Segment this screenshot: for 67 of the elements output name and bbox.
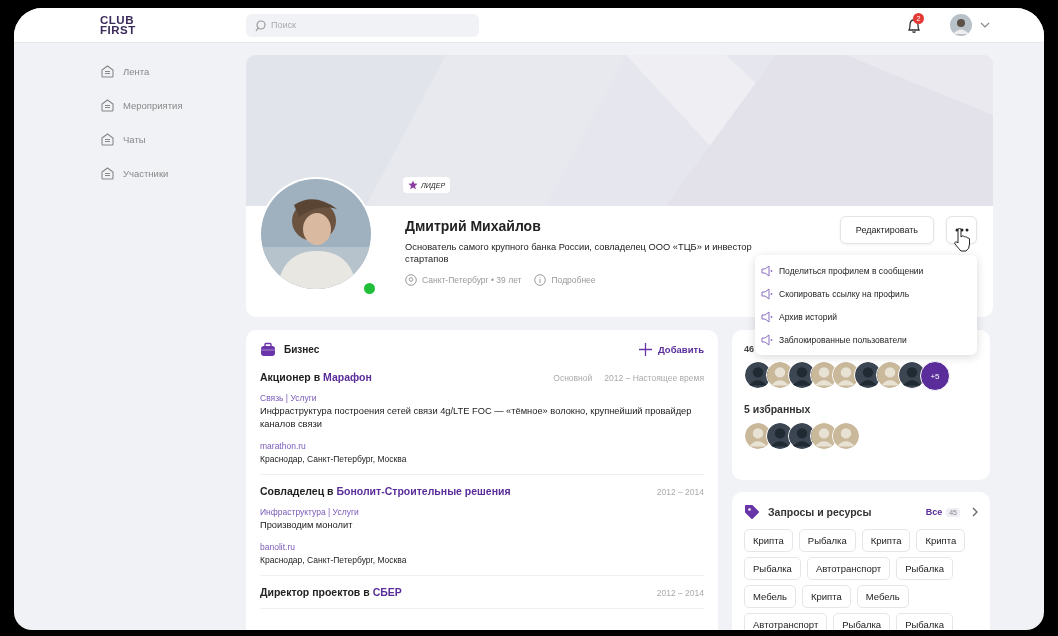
section-title: Запросы и ресурсы [768,506,872,518]
tag-chip[interactable]: Автотранспорт [806,557,891,580]
menu-item[interactable]: Скопировать ссылку на профиль [761,282,971,305]
user-avatar[interactable] [950,14,972,36]
tag-chip[interactable]: Рыбалка [798,529,856,552]
briefcase-icon [260,342,276,357]
tag-chip[interactable]: Рыбалка [744,557,801,580]
contacts-count: 46 [744,344,755,354]
company-link[interactable]: Марафон [323,371,372,383]
more-contacts-badge[interactable]: +5 [920,361,950,391]
business-categories[interactable]: Связь | Услуги [260,393,704,403]
home-icon [100,131,115,147]
home-icon [100,97,115,113]
position-title: Акционер в Марафон [260,371,373,383]
tag-chip[interactable]: Крипта [744,529,793,552]
chevron-right-icon[interactable] [972,507,978,517]
tag-chip[interactable]: Крипта [916,529,966,552]
website-link[interactable]: banolit.ru [260,542,704,552]
bell-icon [906,17,922,34]
position-title: Директор проектов в СБЕР [260,586,403,598]
section-title: Бизнес [284,344,320,355]
search-field[interactable]: Поиск [246,13,479,37]
home-icon [100,63,115,79]
profile-name: Дмитрий Михайлов [405,218,542,234]
business-description: Инфраструктура построения сетей связи 4g/LTE FOC — «тёмное» волокно, крупнейший провайдер каналов связи [260,405,693,431]
menu-item[interactable]: Заблокированные пользователи [761,328,971,351]
menu-item[interactable]: Поделиться профилем в сообщении [761,259,971,282]
position-title: Совладелец в Бонолит-Строительные решения [260,485,512,497]
company-link[interactable]: СБЕР [372,586,402,598]
tag-chip[interactable]: Рыбалка [833,613,891,630]
profile-bio: Основатель самого крупного банка России, совладелец ООО «ТЦБ» и инвестор стартапов [405,241,753,265]
favorites-title: 5 избранных [744,403,812,415]
position-period: 2012 – Настоящее время [604,373,704,383]
tag-chip[interactable]: Крипта [861,529,911,552]
search-icon [255,19,267,32]
position-tag: Основной [553,373,593,383]
speaker-icon [761,264,773,277]
location-icon [405,274,417,286]
business-categories[interactable]: Инфраструктура | Услуги [260,507,704,517]
speaker-icon [761,310,773,323]
home-icon [100,165,115,181]
logo: CLUB FIRST [99,15,137,35]
position-period: 2012 – 2014 [656,487,704,497]
edit-button[interactable]: Редактировать [839,216,934,244]
star-icon [408,180,418,190]
menu-item[interactable]: Архив историй [761,305,971,328]
all-link[interactable]: Все [925,507,943,517]
speaker-icon [761,333,773,346]
tag-chip[interactable]: Мебель [744,585,796,608]
speaker-icon [761,287,773,300]
business-cities: Краснодар, Санкт-Петербург, Москва [260,555,408,565]
info-icon [534,274,547,286]
tag-chip[interactable]: Рыбалка [896,613,953,630]
tag-icon [744,504,760,520]
tag-chip[interactable]: Крипта [802,585,851,608]
tag-chip[interactable]: Рыбалка [896,557,953,580]
position-period: 2012 – 2014 [656,588,704,598]
tag-chip[interactable]: Автотранспорт [744,613,828,630]
chevron-down-icon[interactable] [980,22,990,28]
business-description: Производим монолит [260,519,354,532]
tag-chip[interactable]: Мебель [856,585,909,608]
plus-icon [639,343,652,356]
company-link[interactable]: Бонолит-Строительные решения [336,485,511,497]
business-cities: Краснодар, Санкт-Петербург, Москва [260,454,408,464]
profile-location: Санкт-Петербург • 39 лет [422,275,522,285]
website-link[interactable]: marathon.ru [260,441,704,451]
add-button[interactable]: Добавить [639,343,704,356]
